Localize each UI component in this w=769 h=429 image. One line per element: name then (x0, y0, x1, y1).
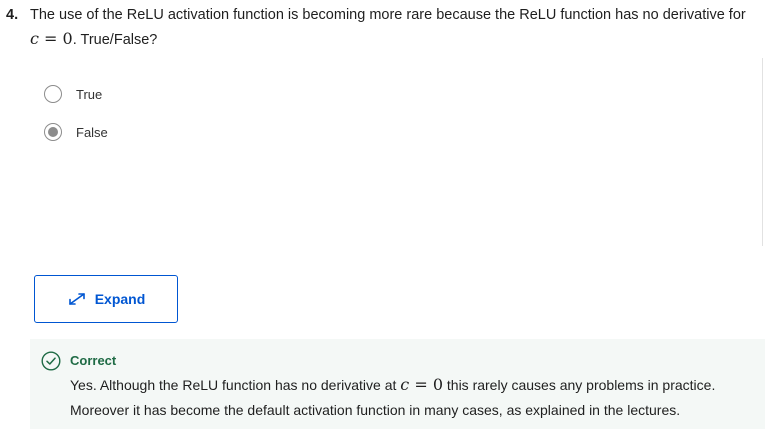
math-value: 0 (432, 375, 443, 394)
radio-unselected-icon[interactable] (44, 85, 62, 103)
expand-button-label: Expand (94, 291, 146, 307)
question-text-start: The use of the ReLU activation function … (30, 7, 746, 23)
question-text-end: . True/False? (72, 32, 158, 48)
option-label: True (76, 86, 103, 102)
question-block: 4. The use of the ReLU activation functi… (6, 4, 766, 52)
expand-arrows-icon (67, 291, 87, 307)
question-number: 4. (6, 7, 19, 23)
radio-selected-icon[interactable] (44, 123, 62, 141)
math-value: 0 (62, 29, 73, 48)
math-variable: c (400, 375, 410, 394)
question-text: The use of the ReLU activation function … (30, 4, 766, 52)
option-true[interactable]: True (44, 83, 102, 105)
math-variable: c (30, 29, 39, 48)
expand-button[interactable]: Expand (34, 275, 178, 323)
option-false[interactable]: False (44, 121, 108, 143)
math-equals: = (409, 375, 433, 394)
feedback-text-start: Yes. Although the ReLU function has no d… (70, 377, 397, 393)
feedback-text: Yes. Although the ReLU function has no d… (70, 372, 760, 423)
feedback-panel: Correct Yes. Although the ReLU function … (30, 339, 765, 429)
math-equals: = (38, 29, 63, 48)
question-math: c = 0 (30, 29, 73, 48)
divider (762, 58, 763, 246)
feedback-status: Correct (70, 353, 117, 368)
check-circle-icon (41, 351, 61, 371)
feedback-math: c = 0 (400, 375, 443, 394)
radio-dot (48, 127, 58, 137)
option-label: False (76, 124, 108, 140)
